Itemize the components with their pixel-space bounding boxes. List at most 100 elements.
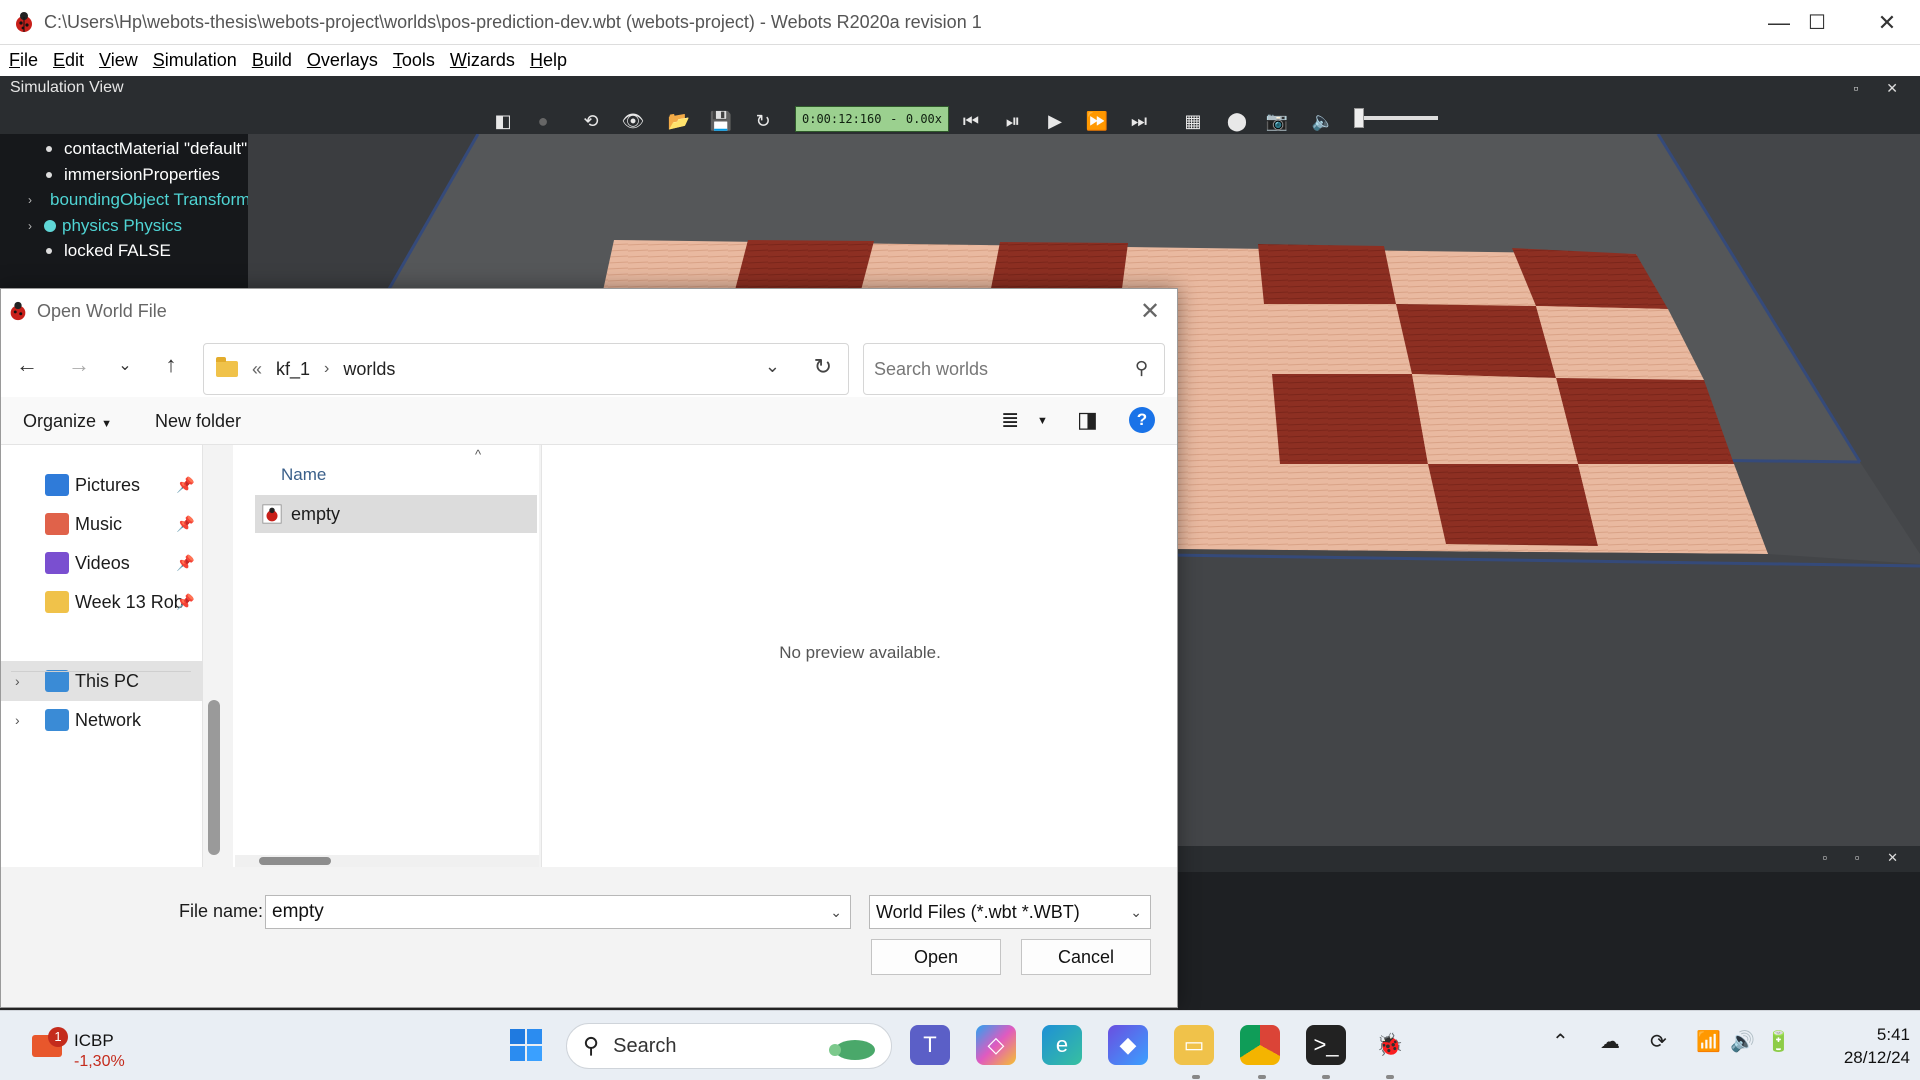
menu-file[interactable]: File: [9, 50, 38, 71]
battery-icon[interactable]: 🔋: [1766, 1029, 1791, 1054]
address-dropdown-icon[interactable]: ⌄: [765, 356, 780, 377]
maximize-button[interactable]: ☐: [1782, 0, 1852, 45]
eye-icon[interactable]: 👁: [620, 108, 646, 134]
search-input[interactable]: Search worlds ⚲: [863, 343, 1165, 395]
organize-button[interactable]: Organize ▼: [23, 411, 112, 432]
stock-widget[interactable]: 1 ICBP -1,30%: [26, 1021, 166, 1071]
nav-item-week-13-rob[interactable]: Week 13 Rob 📌: [1, 582, 203, 622]
column-header-name[interactable]: Name: [281, 465, 326, 485]
chevron-down-icon[interactable]: ⌄: [1130, 896, 1142, 928]
menu-overlays[interactable]: Overlays: [307, 50, 378, 71]
nav-item-pictures[interactable]: Pictures 📌: [1, 465, 203, 505]
mute-icon[interactable]: 🔈: [1310, 108, 1336, 134]
file-row[interactable]: empty: [255, 495, 537, 533]
menu-tools[interactable]: Tools: [393, 50, 435, 71]
dialog-command-bar: Organize ▼ New folder ≣ ▼ ◨ ?: [1, 397, 1177, 445]
dialog-footer: File name: empty ⌄ World Files (*.wbt *.…: [1, 867, 1177, 1007]
edge-icon[interactable]: e: [1042, 1025, 1082, 1065]
step-icon[interactable]: ⏯: [1000, 108, 1026, 134]
menu-mnemonic: E: [53, 50, 66, 70]
console-dock-buttons[interactable]: ▫ ▫ ✕: [1823, 850, 1910, 866]
menu-edit[interactable]: Edit: [53, 50, 84, 71]
breadcrumb-overflow[interactable]: «: [252, 359, 262, 380]
chevron-down-icon[interactable]: ⌄: [830, 896, 842, 928]
file-explorer-icon[interactable]: ▭: [1174, 1025, 1214, 1065]
onedrive-icon[interactable]: ☁: [1600, 1029, 1620, 1054]
menu-simulation[interactable]: Simulation: [153, 50, 237, 71]
record-movie-icon[interactable]: ▦: [1180, 108, 1206, 134]
menu-view[interactable]: View: [99, 50, 138, 71]
toggle-scene-tree-icon[interactable]: ◧: [490, 108, 516, 134]
help-icon[interactable]: ?: [1129, 407, 1155, 433]
view-dropdown-icon[interactable]: ▼: [1037, 415, 1048, 427]
record-animation-icon[interactable]: ⬤: [1224, 108, 1250, 134]
volume-slider-knob[interactable]: [1354, 108, 1364, 128]
save-world-icon[interactable]: 💾: [708, 108, 734, 134]
volume-slider[interactable]: [1354, 108, 1438, 128]
chrome-icon[interactable]: [1240, 1025, 1280, 1065]
open-world-icon[interactable]: 📂: [666, 108, 692, 134]
nav-item-network[interactable]: › Network: [1, 700, 203, 740]
expand-chevron-icon[interactable]: ›: [15, 712, 20, 728]
chevron-up-icon[interactable]: ⌃: [1552, 1029, 1569, 1054]
clock[interactable]: 5:41 28/12/24: [1810, 1023, 1910, 1069]
dock-buttons[interactable]: ▫ ✕: [1853, 76, 1910, 100]
scene-tree-label: immersionProperties: [64, 164, 220, 184]
terminal-icon[interactable]: >_: [1306, 1025, 1346, 1065]
nav-item-music[interactable]: Music 📌: [1, 504, 203, 544]
app-icon[interactable]: ◆: [1108, 1025, 1148, 1065]
webots-taskbar-icon[interactable]: 🐞: [1370, 1025, 1410, 1065]
wifi-icon[interactable]: 📶: [1696, 1029, 1721, 1054]
menu-wizards[interactable]: Wizards: [450, 50, 515, 71]
nav-pane-scrollbar[interactable]: [208, 700, 220, 855]
teams-icon[interactable]: T: [910, 1025, 950, 1065]
preview-pane-icon[interactable]: ◨: [1077, 407, 1098, 433]
preview-message: No preview available.: [779, 643, 941, 662]
view-options-icon[interactable]: ≣: [1001, 407, 1019, 433]
nav-item-label: This PC: [75, 670, 140, 691]
nav-item-videos[interactable]: Videos 📌: [1, 543, 203, 583]
refresh-icon[interactable]: ↻: [814, 354, 832, 380]
dialog-close-button[interactable]: ✕: [1135, 297, 1165, 326]
horizontal-scrollbar[interactable]: [235, 855, 539, 867]
taskbar-search[interactable]: ⚲ Search: [566, 1023, 892, 1069]
start-icon[interactable]: [506, 1025, 546, 1065]
volume-icon[interactable]: 🔊: [1730, 1029, 1755, 1054]
expand-arrow-icon[interactable]: ›: [28, 219, 32, 233]
file-type-select[interactable]: World Files (*.wbt *.WBT) ⌄: [869, 895, 1151, 929]
breadcrumb-kf1[interactable]: kf_1: [276, 359, 310, 380]
add-node-icon[interactable]: ●: [530, 108, 556, 134]
recent-locations-chevron-icon[interactable]: ⌄: [111, 351, 139, 379]
fast-forward-icon[interactable]: ⏩: [1084, 108, 1110, 134]
pin-icon: 📌: [176, 477, 195, 494]
restore-viewpoint-icon[interactable]: ⟲: [578, 108, 604, 134]
fastest-icon[interactable]: ⏭: [1126, 108, 1152, 134]
copilot-icon[interactable]: ◇: [976, 1025, 1016, 1065]
up-arrow-icon[interactable]: ↑: [157, 351, 185, 379]
menu-help[interactable]: Help: [530, 50, 567, 71]
new-folder-button[interactable]: New folder: [155, 411, 241, 432]
nav-item-label: Week 13 Rob: [75, 591, 184, 612]
open-button[interactable]: Open: [871, 939, 1001, 975]
scene-tree-item[interactable]: locked FALSE: [0, 236, 248, 266]
reload-world-icon[interactable]: ↻: [750, 108, 776, 134]
sync-icon[interactable]: ⟳: [1650, 1029, 1667, 1054]
reset-simulation-icon[interactable]: ⏮: [958, 108, 984, 134]
play-icon[interactable]: ▶: [1042, 108, 1068, 134]
forward-arrow-icon[interactable]: →: [65, 351, 93, 379]
expand-chevron-icon[interactable]: ›: [15, 673, 20, 689]
breadcrumb-worlds[interactable]: worlds: [343, 359, 395, 380]
address-bar[interactable]: « kf_1 › worlds ⌄ ↻: [203, 343, 849, 395]
expand-arrow-icon[interactable]: ›: [28, 193, 32, 207]
file-name-input[interactable]: empty ⌄: [265, 895, 851, 929]
back-arrow-icon[interactable]: ←: [13, 351, 41, 379]
nav-divider: [11, 671, 191, 672]
menu-mnemonic: S: [152, 50, 165, 70]
cancel-button[interactable]: Cancel: [1021, 939, 1151, 975]
scrollbar-thumb[interactable]: [259, 857, 331, 865]
nav-item-this-pc[interactable]: › This PC: [1, 661, 203, 701]
close-window-button[interactable]: ✕: [1852, 0, 1920, 45]
menu-mnemonic: W: [449, 50, 467, 70]
menu-build[interactable]: Build: [252, 50, 292, 71]
screenshot-icon[interactable]: 📷: [1264, 108, 1290, 134]
